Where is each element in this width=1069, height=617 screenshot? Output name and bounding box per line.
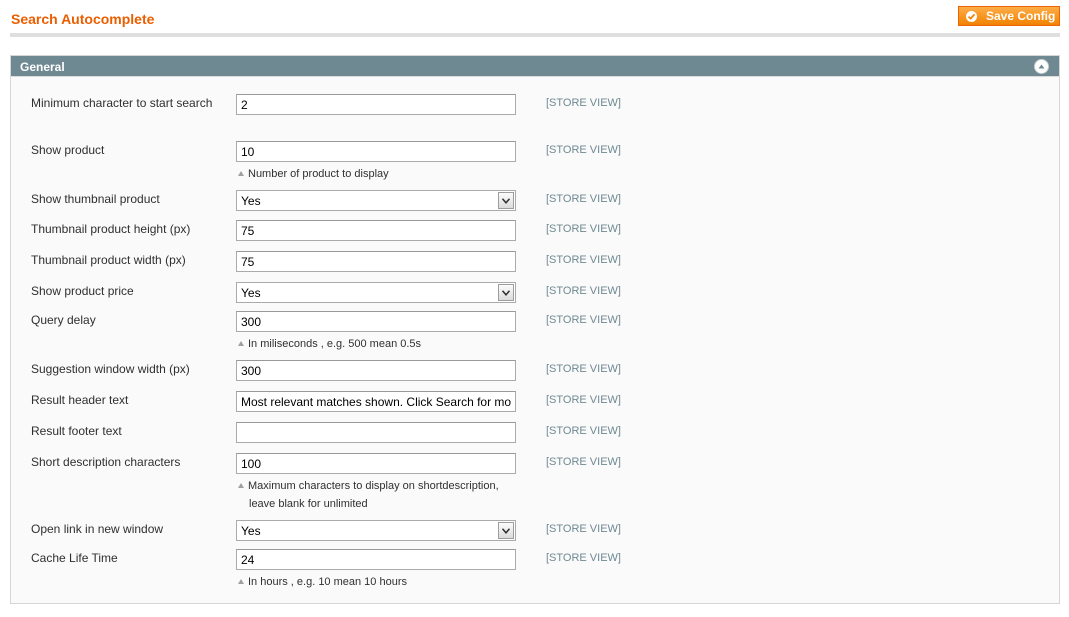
field-label: Thumbnail product height (px) bbox=[31, 222, 191, 236]
show-price-select[interactable]: Yes bbox=[236, 282, 516, 303]
field-note: Maximum characters to display on shortde… bbox=[238, 477, 518, 513]
scope-label: [STORE VIEW] bbox=[546, 314, 621, 326]
scope-label: [STORE VIEW] bbox=[546, 456, 621, 468]
fieldset-header[interactable]: General bbox=[11, 56, 1059, 77]
field-label: Open link in new window bbox=[31, 522, 164, 536]
scope-label: [STORE VIEW] bbox=[546, 97, 621, 109]
scope-label: [STORE VIEW] bbox=[546, 285, 621, 297]
field-label: Minimum character to start search bbox=[31, 96, 213, 110]
chevron-down-icon[interactable] bbox=[498, 192, 514, 209]
min-chars-input[interactable] bbox=[236, 94, 516, 115]
short-desc-input[interactable] bbox=[236, 453, 516, 474]
scope-label: [STORE VIEW] bbox=[546, 523, 621, 535]
scope-label: [STORE VIEW] bbox=[546, 425, 621, 437]
triangle-up-icon bbox=[238, 579, 244, 584]
scope-label: [STORE VIEW] bbox=[546, 254, 621, 266]
query-delay-input[interactable] bbox=[236, 311, 516, 332]
field-label: Show product bbox=[31, 143, 105, 157]
select-value: Yes bbox=[241, 194, 261, 208]
scope-label: [STORE VIEW] bbox=[546, 144, 621, 156]
field-label: Result footer text bbox=[31, 424, 122, 438]
scope-label: [STORE VIEW] bbox=[546, 223, 621, 235]
page-title: Search Autocomplete bbox=[11, 11, 155, 27]
scope-label: [STORE VIEW] bbox=[546, 363, 621, 375]
select-value: Yes bbox=[241, 524, 261, 538]
suggestion-width-input[interactable] bbox=[236, 360, 516, 381]
thumbnail-height-input[interactable] bbox=[236, 220, 516, 241]
field-label: Cache Life Time bbox=[31, 551, 118, 565]
result-footer-input[interactable] bbox=[236, 422, 516, 443]
chevron-up-icon[interactable] bbox=[1034, 59, 1049, 74]
chevron-down-icon[interactable] bbox=[498, 522, 514, 539]
fieldset-title: General bbox=[20, 60, 65, 74]
field-label: Short description characters bbox=[31, 455, 181, 469]
chevron-down-icon[interactable] bbox=[498, 284, 514, 301]
field-note: In hours , e.g. 10 mean 10 hours bbox=[238, 573, 518, 591]
scope-label: [STORE VIEW] bbox=[546, 394, 621, 406]
field-label: Query delay bbox=[31, 313, 96, 327]
triangle-up-icon bbox=[238, 483, 244, 488]
general-fieldset: General Minimum character to start searc… bbox=[10, 55, 1060, 604]
check-circle-icon bbox=[966, 11, 977, 22]
scope-label: [STORE VIEW] bbox=[546, 552, 621, 564]
result-header-input[interactable] bbox=[236, 391, 516, 412]
show-thumbnail-select[interactable]: Yes bbox=[236, 190, 516, 211]
select-value: Yes bbox=[241, 286, 261, 300]
field-label: Show product price bbox=[31, 284, 134, 298]
field-label: Show thumbnail product bbox=[31, 192, 160, 206]
title-divider bbox=[10, 33, 1060, 37]
field-label: Thumbnail product width (px) bbox=[31, 253, 186, 267]
scope-label: [STORE VIEW] bbox=[546, 193, 621, 205]
thumbnail-width-input[interactable] bbox=[236, 251, 516, 272]
field-note: In miliseconds , e.g. 500 mean 0.5s bbox=[238, 335, 518, 353]
save-config-label: Save Config bbox=[986, 9, 1056, 23]
save-config-button[interactable]: Save Config bbox=[958, 6, 1060, 26]
field-label: Suggestion window width (px) bbox=[31, 362, 190, 376]
show-product-input[interactable] bbox=[236, 141, 516, 162]
triangle-up-icon bbox=[238, 341, 244, 346]
field-label: Result header text bbox=[31, 393, 129, 407]
field-note: Number of product to display bbox=[238, 165, 518, 183]
open-link-select[interactable]: Yes bbox=[236, 520, 516, 541]
cache-life-input[interactable] bbox=[236, 549, 516, 570]
triangle-up-icon bbox=[238, 171, 244, 176]
